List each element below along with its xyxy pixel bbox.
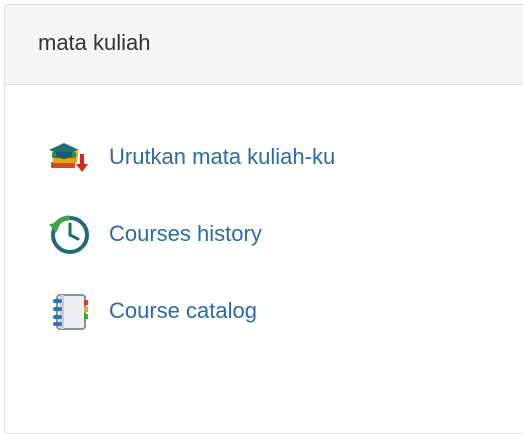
- nav-item-label: Courses history: [109, 221, 262, 246]
- catalog-notebook-icon: [46, 289, 92, 333]
- course-sort-icon: [46, 135, 92, 179]
- nav-item-label: Urutkan mata kuliah-ku: [109, 144, 336, 169]
- panel-title: mata kuliah: [38, 29, 151, 55]
- history-clock-icon: [46, 212, 92, 256]
- courses-panel: mata kuliah Urutkan mata kuliah-ku Cours…: [4, 4, 523, 434]
- panel-heading: mata kuliah: [5, 5, 523, 85]
- panel-body: Urutkan mata kuliah-ku Courses history C…: [5, 85, 523, 333]
- nav-item-courses-history[interactable]: Courses history: [46, 212, 523, 256]
- nav-item-sort-courses[interactable]: Urutkan mata kuliah-ku: [46, 135, 523, 179]
- nav-item-course-catalog[interactable]: Course catalog: [46, 289, 523, 333]
- nav-item-label: Course catalog: [109, 298, 257, 323]
